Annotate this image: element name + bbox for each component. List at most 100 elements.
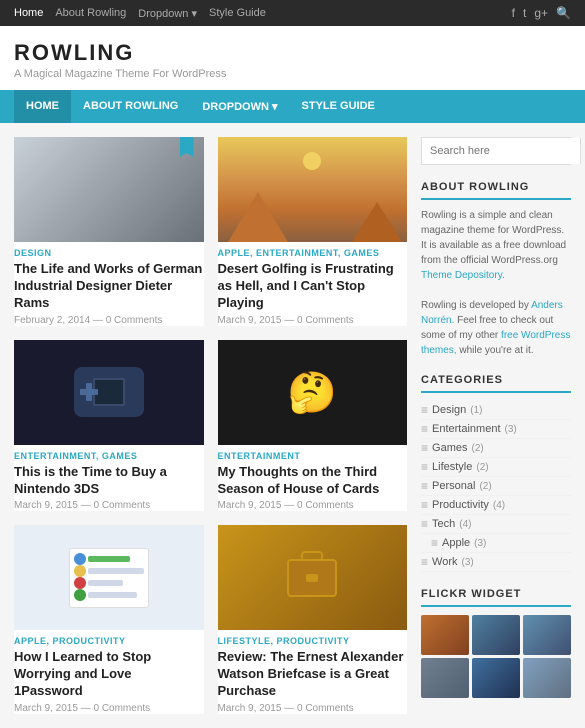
post-card: DESIGN The Life and Works of German Indu… (14, 137, 204, 326)
categories-list: Design (1) Entertainment (3) Games (2) L… (421, 401, 571, 572)
category-link[interactable]: Tech (432, 518, 455, 530)
twitter-icon[interactable]: t (523, 6, 526, 20)
post-category: DESIGN (14, 248, 204, 258)
top-nav-about[interactable]: About Rowling (55, 7, 126, 20)
category-link[interactable]: Design (432, 404, 466, 416)
main-nav-about[interactable]: ABOUT ROWLING (71, 90, 190, 123)
post-title[interactable]: My Thoughts on the Third Season of House… (218, 464, 408, 498)
post-thumbnail-password[interactable] (14, 525, 204, 630)
list-item: Apple (3) (421, 534, 571, 553)
flickr-thumb-4[interactable] (421, 658, 469, 698)
about-section: ABOUT ROWLING Rowling is a simple and cl… (421, 181, 571, 358)
categories-section: CATEGORIES Design (1) Entertainment (3) … (421, 374, 571, 572)
post-date: March 9, 2015 — 0 Comments (218, 703, 408, 714)
about-text-4: while you're at it. (459, 345, 533, 356)
post-title[interactable]: The Life and Works of German Industrial … (14, 261, 204, 312)
main-content: DESIGN The Life and Works of German Indu… (14, 137, 421, 714)
list-item: Personal (2) (421, 477, 571, 496)
post-title[interactable]: Desert Golfing is Frustrating as Hell, a… (218, 261, 408, 312)
search-input[interactable] (422, 138, 580, 164)
category-link[interactable]: Entertainment (432, 423, 500, 435)
flickr-thumb-3[interactable] (523, 615, 571, 655)
post-date: February 2, 2014 — 0 Comments (14, 315, 204, 326)
post-thumbnail-wrap (218, 137, 408, 242)
list-item: Games (2) (421, 439, 571, 458)
flickr-section: FLICKR WIDGET (421, 588, 571, 698)
post-card: APPLE, ENTERTAINMENT, GAMES Desert Golfi… (218, 137, 408, 326)
post-category: ENTERTAINMENT (218, 451, 408, 461)
site-header: ROWLING A Magical Magazine Theme For Wor… (0, 26, 585, 90)
flickr-thumb-6[interactable] (523, 658, 571, 698)
post-category: APPLE, PRODUCTIVITY (14, 636, 204, 646)
post-thumbnail-design[interactable] (14, 137, 204, 242)
post-date: March 9, 2015 — 0 Comments (218, 500, 408, 511)
main-nav-styleguide[interactable]: STYLE GUIDE (290, 90, 387, 123)
main-navigation: HOME ABOUT ROWLING DROPDOWN ▾ STYLE GUID… (0, 90, 585, 123)
about-section-title: ABOUT ROWLING (421, 181, 571, 200)
category-link[interactable]: Work (432, 556, 457, 568)
search-button[interactable]: 🔍 (580, 138, 585, 164)
post-category: LIFESTYLE, PRODUCTIVITY (218, 636, 408, 646)
post-thumbnail-wrap: 🤔 (218, 340, 408, 445)
site-title: ROWLING (14, 40, 571, 66)
top-bar: Home About Rowling Dropdown ▾ Style Guid… (0, 0, 585, 26)
post-thumbnail-wrap (218, 525, 408, 630)
post-title[interactable]: How I Learned to Stop Worrying and Love … (14, 649, 204, 700)
flickr-thumb-5[interactable] (472, 658, 520, 698)
flickr-thumb-1[interactable] (421, 615, 469, 655)
post-card: APPLE, PRODUCTIVITY How I Learned to Sto… (14, 525, 204, 714)
post-card: 🤔 ENTERTAINMENT My Thoughts on the Third… (218, 340, 408, 512)
main-container: DESIGN The Life and Works of German Indu… (0, 123, 585, 728)
post-grid: DESIGN The Life and Works of German Indu… (14, 137, 407, 714)
top-nav-dropdown[interactable]: Dropdown ▾ (138, 7, 197, 20)
facebook-icon[interactable]: f (512, 6, 515, 20)
category-link[interactable]: Games (432, 442, 467, 454)
post-thumbnail-wrap (14, 525, 204, 630)
top-navigation: Home About Rowling Dropdown ▾ Style Guid… (14, 7, 266, 20)
person-figure: 🤔 (287, 369, 337, 416)
post-thumbnail-wrap (14, 137, 204, 242)
post-date: March 9, 2015 — 0 Comments (218, 315, 408, 326)
about-text-1: Rowling is a simple and clean magazine t… (421, 210, 566, 266)
post-thumbnail-desert[interactable] (218, 137, 408, 242)
about-text-2: Rowling is developed by (421, 300, 529, 311)
post-date: March 9, 2015 — 0 Comments (14, 703, 204, 714)
list-item: Work (3) (421, 553, 571, 572)
list-item: Tech (4) (421, 515, 571, 534)
site-tagline: A Magical Magazine Theme For WordPress (14, 68, 571, 80)
post-card: LIFESTYLE, PRODUCTIVITY Review: The Erne… (218, 525, 408, 714)
categories-title: CATEGORIES (421, 374, 571, 393)
about-link-1[interactable]: Theme Depository. (421, 270, 505, 281)
social-icons: f t g+ 🔍 (512, 6, 571, 20)
category-link[interactable]: Productivity (432, 499, 489, 511)
about-text: Rowling is a simple and clean magazine t… (421, 208, 571, 358)
main-nav-home[interactable]: HOME (14, 90, 71, 123)
flickr-title: FLICKR WIDGET (421, 588, 571, 607)
main-nav-dropdown[interactable]: DROPDOWN ▾ (190, 90, 289, 123)
post-thumbnail-nintendo[interactable] (14, 340, 204, 445)
post-thumbnail-hoc[interactable]: 🤔 (218, 340, 408, 445)
post-title[interactable]: This is the Time to Buy a Nintendo 3DS (14, 464, 204, 498)
category-link[interactable]: Lifestyle (432, 461, 472, 473)
flickr-grid (421, 615, 571, 698)
search-icon[interactable]: 🔍 (556, 6, 571, 20)
top-nav-home[interactable]: Home (14, 7, 43, 20)
post-category: ENTERTAINMENT, GAMES (14, 451, 204, 461)
list-item: Productivity (4) (421, 496, 571, 515)
googleplus-icon[interactable]: g+ (534, 6, 548, 20)
top-nav-styleguide[interactable]: Style Guide (209, 7, 266, 20)
post-category: APPLE, ENTERTAINMENT, GAMES (218, 248, 408, 258)
list-item: Lifestyle (2) (421, 458, 571, 477)
category-link[interactable]: Apple (442, 537, 470, 549)
list-item: Design (1) (421, 401, 571, 420)
post-thumbnail-briefcase[interactable] (218, 525, 408, 630)
post-thumbnail-wrap (14, 340, 204, 445)
list-item: Entertainment (3) (421, 420, 571, 439)
category-link[interactable]: Personal (432, 480, 475, 492)
sidebar-search[interactable]: 🔍 (421, 137, 571, 165)
post-date: March 9, 2015 — 0 Comments (14, 500, 204, 511)
sidebar: 🔍 ABOUT ROWLING Rowling is a simple and … (421, 137, 571, 714)
post-card: ENTERTAINMENT, GAMES This is the Time to… (14, 340, 204, 512)
flickr-thumb-2[interactable] (472, 615, 520, 655)
post-title[interactable]: Review: The Ernest Alexander Watson Brie… (218, 649, 408, 700)
